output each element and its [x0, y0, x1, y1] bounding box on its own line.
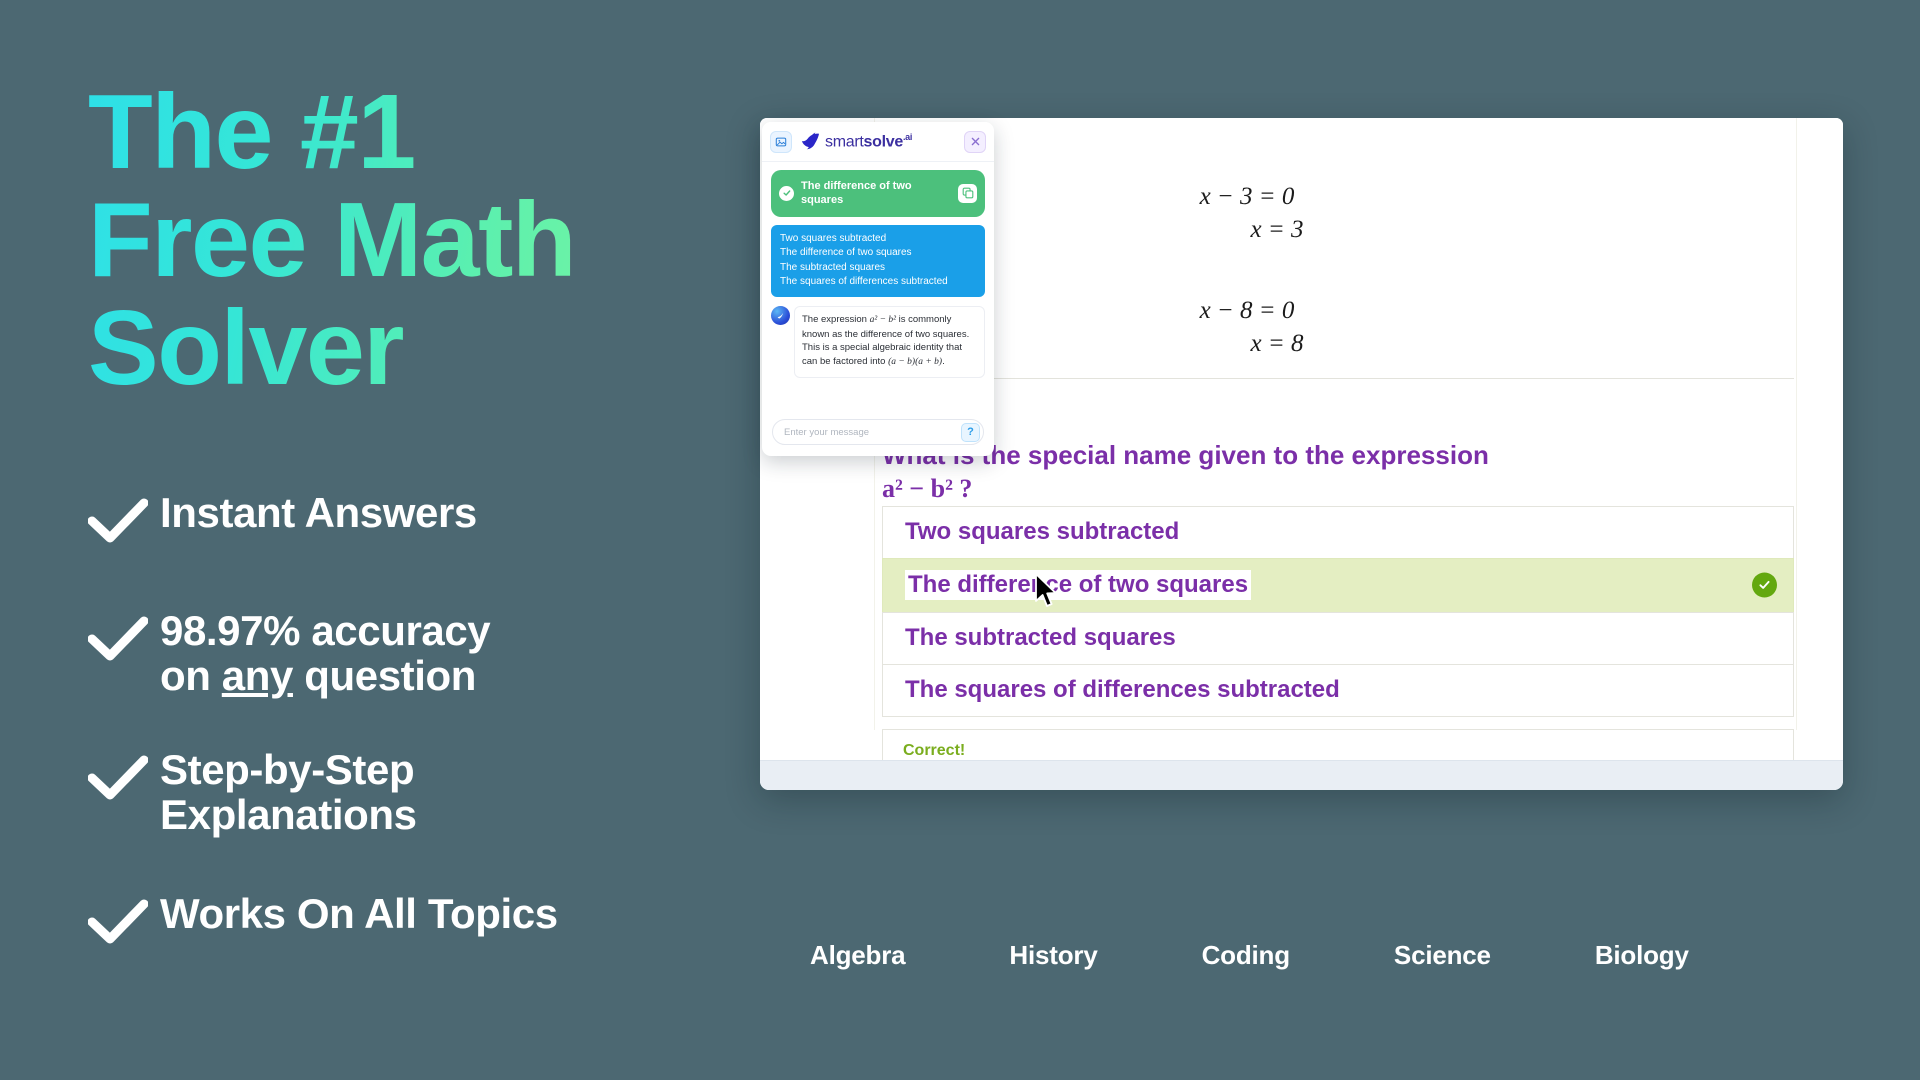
chat-ai-message: The expression a² − b² is commonly known…: [794, 305, 985, 378]
feature-item-step-by-step: Step-by-Step Explanations: [88, 745, 728, 838]
question-math: a² − b² ?: [882, 474, 973, 504]
feedback-box: Correct! The difference of two squares a…: [882, 728, 1794, 760]
answer-option-1[interactable]: Two squares subtracted: [882, 505, 1794, 558]
chat-user-message-line: The squares of differences subtracted: [780, 275, 948, 287]
copy-icon[interactable]: [958, 183, 977, 203]
either-equation-1: x − 3 = 0: [1199, 183, 1295, 210]
check-circle-icon: [779, 185, 794, 201]
question-number: Question 10: [882, 405, 1794, 425]
clipped-text: zero:: [882, 118, 1794, 132]
brand-prefix: smart: [825, 133, 864, 151]
check-icon: [88, 745, 160, 807]
answer-option-label: The squares of differences subtracted: [905, 675, 1340, 703]
chat-answer-card: The difference of two squares: [771, 170, 985, 218]
feature-item-instant-answers: Instant Answers: [88, 488, 728, 550]
chat-answer-text: The difference of two squares: [801, 180, 912, 207]
chat-user-message-line: Two squares subtracted: [780, 233, 887, 245]
feature-label: Works On All Topics: [160, 890, 558, 938]
either-equation-2: x = 3: [1250, 216, 1304, 243]
chat-user-message-line: The subtracted squares: [780, 261, 886, 273]
chat-ai-row: The expression a² − b² is commonly known…: [771, 305, 985, 378]
browser-footer-bar: [760, 760, 1843, 790]
image-icon[interactable]: [770, 130, 792, 153]
check-icon: [88, 488, 160, 550]
previous-question-block: zero: Either: x − 3 = 0 x = 3 or: x − 8 …: [882, 118, 1794, 379]
answer-option-4[interactable]: The squares of differences subtracted: [882, 663, 1794, 717]
topic-history: History: [1009, 940, 1098, 970]
feature-item-all-topics: Works On All Topics: [88, 889, 728, 951]
topic-biology: Biology: [1594, 940, 1689, 970]
chat-header: smartsolve.ai: [762, 122, 994, 162]
topic-science: Science: [1393, 940, 1491, 970]
content-rule-right: [1796, 118, 1797, 730]
message-input[interactable]: [784, 426, 961, 438]
or-equation-1: x − 8 = 0: [1199, 297, 1295, 324]
feature-label: Instant Answers: [160, 489, 477, 536]
brand-logo-group: smartsolve.ai: [799, 132, 957, 151]
check-icon: [88, 889, 160, 951]
feature-list: Instant Answers 98.97% accuracy on any q…: [88, 488, 728, 951]
close-icon[interactable]: [964, 130, 986, 153]
ai-text-seg: .: [942, 356, 945, 368]
chat-messages: The difference of two squares Two square…: [762, 162, 994, 410]
feature-label-emphasis: any: [221, 652, 294, 700]
brand-name: smartsolve.ai: [825, 132, 912, 151]
feature-label: 98.97% accuracy on any question: [160, 606, 491, 700]
chat-user-message: Two squares subtracted The difference of…: [771, 225, 985, 297]
feature-label-post: question: [292, 652, 477, 700]
answer-option-label: The difference of two squares: [905, 569, 1252, 600]
chat-composer-area: ?: [762, 410, 994, 456]
feedback-status: Correct!: [903, 741, 966, 759]
chat-composer[interactable]: ?: [772, 419, 984, 445]
either-label: Either:: [882, 154, 1794, 180]
or-label: or:: [882, 268, 1794, 294]
answer-option-3[interactable]: The subtracted squares: [882, 611, 1794, 664]
topic-algebra: Algebra: [810, 940, 906, 970]
chat-widget: smartsolve.ai The difference of two squa…: [762, 122, 994, 456]
answer-option-2[interactable]: The difference of two squares: [882, 557, 1794, 612]
feature-item-accuracy: 98.97% accuracy on any question: [88, 606, 728, 699]
page-title: The #1 Free Math Solver: [88, 73, 577, 408]
brand-strong: solve: [863, 133, 904, 151]
topic-row: Algebra History Coding Science Biology: [810, 940, 1689, 971]
feature-label: Step-by-Step Explanations: [160, 745, 417, 839]
quiz-content: zero: Either: x − 3 = 0 x = 3 or: x − 8 …: [882, 118, 1794, 760]
chat-user-message-line: The difference of two squares: [780, 247, 912, 259]
check-circle-icon: [1752, 572, 1777, 598]
answer-option-label: The subtracted squares: [905, 623, 1176, 651]
mouse-pointer-icon: [1034, 573, 1060, 611]
ai-math-seg: (a − b)(a + b): [888, 357, 943, 368]
check-icon: [88, 606, 160, 668]
dolphin-logo-icon: [799, 132, 821, 150]
topic-coding: Coding: [1201, 940, 1291, 970]
promo-graphic: The #1 Free Math Solver Instant Answers …: [0, 0, 1920, 1080]
brand-tld: .ai: [902, 131, 913, 142]
question-text: What is the special name given to the ex…: [882, 439, 1794, 506]
help-button[interactable]: ?: [961, 422, 980, 442]
ai-math-seg: a² − b²: [869, 314, 896, 325]
ai-text-seg: The expression: [802, 313, 870, 325]
answer-option-label: Two squares subtracted: [905, 517, 1180, 545]
or-equation-2: x = 8: [1250, 330, 1304, 357]
ai-avatar-icon: [771, 305, 790, 325]
